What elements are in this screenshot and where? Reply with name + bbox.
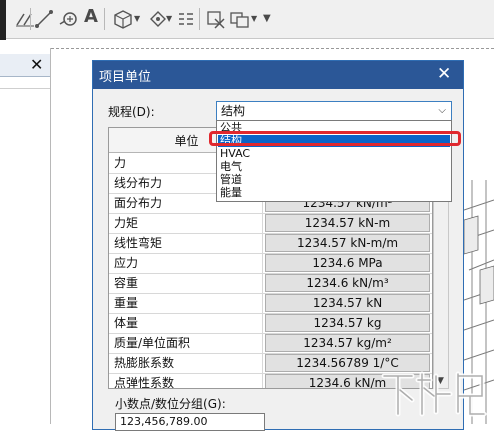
panel-divider — [0, 88, 50, 89]
toolbar-separator — [199, 8, 200, 30]
table-row: 质量/单位面积 1234.57 kg/m² — [109, 333, 432, 354]
dimension-icon[interactable] — [14, 9, 36, 29]
customize-toolbar-icon[interactable]: ▼ — [263, 9, 271, 29]
thin-lines-icon[interactable] — [176, 9, 196, 29]
dialog-title-bar: 项目单位 ✕ — [93, 61, 463, 89]
table-row: 重量 1234.57 kN — [109, 293, 432, 314]
chevron-down-icon[interactable]: ▼ — [251, 9, 257, 29]
watermark-logo — [381, 371, 487, 417]
table-row: 容重 1234.6 kN/m³ — [109, 273, 432, 294]
toolbar-separator — [30, 8, 31, 30]
unit-name: 重量 — [109, 293, 263, 313]
format-button[interactable]: 1234.57 kN-m — [265, 214, 430, 232]
unit-name: 容重 — [109, 273, 263, 293]
unit-name: 热膨胀系数 — [109, 353, 263, 373]
decimal-grouping-select[interactable]: 123,456,789.00 — [115, 413, 265, 431]
format-button[interactable]: 1234.57 kg/m² — [265, 334, 430, 352]
close-hidden-windows-icon[interactable] — [205, 9, 227, 29]
chevron-down-icon[interactable]: ▼ — [166, 9, 172, 29]
chevron-down-icon[interactable]: ▼ — [134, 9, 140, 29]
format-button[interactable]: 1234.57 kg — [265, 314, 430, 332]
dropdown-option[interactable]: HVAC — [218, 148, 450, 160]
dropdown-option[interactable]: 管道 — [218, 174, 450, 186]
decimal-grouping-value: 123,456,789.00 — [120, 415, 208, 428]
text-tool-icon[interactable]: A — [84, 7, 98, 27]
close-icon[interactable]: ✕ — [30, 55, 43, 74]
section-icon[interactable] — [148, 9, 168, 29]
discipline-select[interactable]: 结构 ⌵ — [216, 101, 452, 121]
unit-name: 点弹性系数 — [109, 373, 263, 388]
format-button[interactable]: 1234.57 kN — [265, 294, 430, 312]
highlight-box — [209, 131, 461, 146]
switch-windows-icon[interactable] — [229, 9, 251, 29]
table-row: 体量 1234.57 kg — [109, 313, 432, 334]
window-edge — [0, 0, 6, 40]
aligned-dimension-icon[interactable] — [34, 9, 54, 29]
decimal-grouping-label: 小数点/数位分组(G): — [115, 397, 226, 411]
properties-panel: ✕ — [0, 48, 51, 424]
dropdown-option[interactable]: 电气 — [218, 161, 450, 173]
table-row: 力矩 1234.57 kN-m — [109, 213, 432, 234]
chevron-down-icon[interactable]: ⌵ — [438, 102, 446, 120]
unit-name: 线性弯矩 — [109, 233, 263, 253]
table-row: 线性弯矩 1234.57 kN-m/m — [109, 233, 432, 254]
dialog-title: 项目单位 — [99, 70, 152, 85]
reference-line — [51, 48, 494, 49]
unit-name: 质量/单位面积 — [109, 333, 263, 353]
table-row: 应力 1234.6 MPa — [109, 253, 432, 274]
format-button[interactable]: 1234.57 kN-m/m — [265, 234, 430, 252]
unit-name: 体量 — [109, 313, 263, 333]
toolbar-separator — [104, 8, 105, 30]
discipline-value: 结构 — [221, 104, 246, 118]
3d-view-icon[interactable] — [112, 9, 134, 29]
unit-name: 应力 — [109, 253, 263, 273]
panel-header: ✕ — [0, 54, 50, 77]
discipline-label: 规程(D): — [108, 105, 155, 119]
ribbon-toolbar: A ▼ ▼ ▼ ▼ — [0, 0, 494, 40]
format-button[interactable]: 1234.6 MPa — [265, 254, 430, 272]
dropdown-option[interactable]: 能量 — [218, 187, 450, 199]
unit-name: 力矩 — [109, 213, 263, 233]
tag-icon[interactable] — [58, 9, 80, 29]
close-icon[interactable]: ✕ — [437, 64, 451, 84]
format-button[interactable]: 1234.6 kN/m³ — [265, 274, 430, 292]
